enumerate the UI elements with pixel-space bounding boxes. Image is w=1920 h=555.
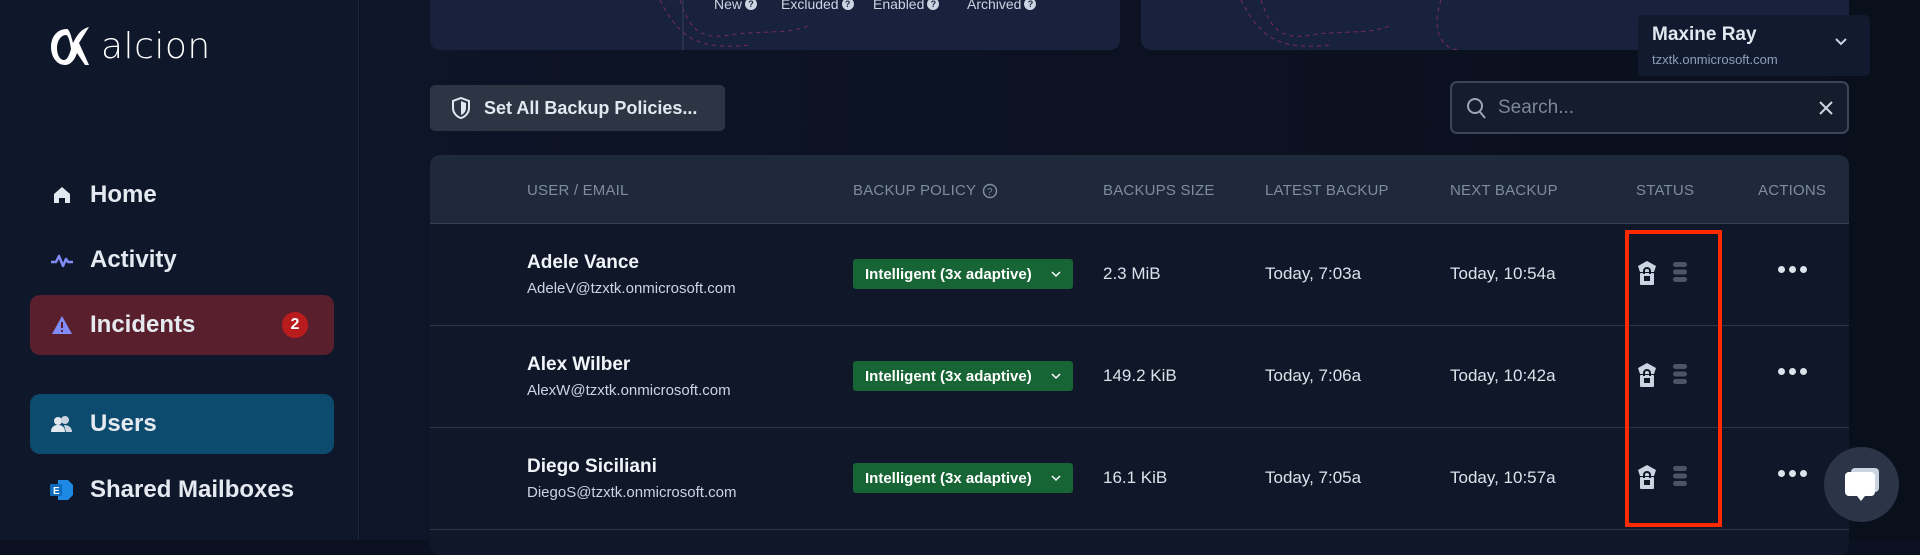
svg-text:?: ? [987,187,993,198]
brand-name: alcion [101,25,211,67]
help-icon[interactable]: ? [841,0,854,10]
sidebar-item-users[interactable]: Users [30,394,334,454]
warning-icon [50,313,74,337]
sidebar-item-label: Users [90,410,157,437]
help-icon[interactable]: ? [927,0,940,10]
exchange-icon: E [50,478,74,502]
backup-policy-value: Intelligent (3x adaptive) [865,367,1032,385]
user-cell: Adele Vance AdeleV@tzxtk.onmicrosoft.com [527,252,736,297]
sidebar-item-label: Home [90,181,157,208]
user-name[interactable]: Diego Siciliani [527,456,736,478]
alcion-logo-icon [51,27,89,65]
sidebar-item-label: Incidents [90,311,196,338]
backups-size: 2.3 MiB [1103,264,1161,283]
latest-backup: Today, 7:05a [1265,468,1362,487]
next-backup: Today, 10:42a [1450,366,1556,385]
stat-excluded-label: Excluded? [781,0,854,12]
help-icon[interactable]: ? [982,183,998,199]
sidebar-item-home[interactable]: Home [30,165,334,225]
account-name: Maxine Ray [1652,24,1757,45]
chevron-down-icon [1051,270,1061,277]
user-email: AlexW@tzxtk.onmicrosoft.com [527,382,731,399]
backups-size: 149.2 KiB [1103,366,1177,385]
column-header-actions: ACTIONS [1758,182,1827,199]
column-header-backups-size[interactable]: BACKUPS SIZE [1103,182,1215,199]
shield-icon [452,97,470,119]
user-name[interactable]: Adele Vance [527,252,736,274]
set-all-backup-policies-button[interactable]: Set All Backup Policies... [430,85,725,131]
next-backup: Today, 10:54a [1450,264,1556,283]
backups-size: 16.1 KiB [1103,468,1168,487]
backup-policy-dropdown[interactable]: Intelligent (3x adaptive) [853,463,1073,493]
stat-new-label: New? [714,0,758,12]
sidebar-item-label: Shared Mailboxes [90,476,295,503]
help-icon[interactable]: ? [745,0,758,10]
activity-icon [50,248,74,272]
user-cell: Alex Wilber AlexW@tzxtk.onmicrosoft.com [527,354,731,399]
column-header-backup-policy[interactable]: BACKUP POLICY? [853,182,998,199]
help-icon[interactable]: ? [1024,0,1037,10]
clear-search-icon[interactable] [1819,100,1833,115]
stat-archived-label: Archived? [967,0,1037,12]
backup-policy-dropdown[interactable]: Intelligent (3x adaptive) [853,259,1073,289]
sidebar-item-shared-mailboxes[interactable]: E Shared Mailboxes [30,460,334,520]
sidebar-item-incidents[interactable]: Incidents 2 [30,295,334,355]
backup-policy-value: Intelligent (3x adaptive) [865,265,1032,283]
search-input[interactable] [1498,96,1819,119]
stats-card: New? Excluded? Enabled? Archived? [430,0,1120,50]
backup-policy-value: Intelligent (3x adaptive) [865,469,1032,487]
chevron-down-icon [1051,372,1061,379]
row-actions-menu-button[interactable] [1778,470,1807,477]
sidebar: alcion Home Activity Incidents 2 Users E… [0,0,359,540]
next-backup: Today, 10:57a [1450,468,1556,487]
incidents-count-badge: 2 [282,312,308,338]
status-highlight-box [1625,230,1722,527]
user-cell: Diego Siciliani DiegoS@tzxtk.onmicrosoft.… [527,456,736,501]
column-header-latest-backup[interactable]: LATEST BACKUP [1265,182,1389,199]
latest-backup: Today, 7:06a [1265,366,1362,385]
stat-enabled-label: Enabled? [873,0,940,12]
search-icon [1467,97,1486,119]
user-email: AdeleV@tzxtk.onmicrosoft.com [527,280,736,297]
column-header-next-backup[interactable]: NEXT BACKUP [1450,182,1558,199]
account-tenant: tzxtk.onmicrosoft.com [1652,52,1778,67]
user-name[interactable]: Alex Wilber [527,354,731,376]
alcion-logo[interactable]: alcion [49,25,211,67]
sidebar-item-label: Activity [90,246,177,273]
chevron-down-icon [1051,474,1061,481]
chat-icon [1844,467,1879,501]
users-icon [50,412,74,436]
sidebar-item-activity[interactable]: Activity [30,230,334,290]
latest-backup: Today, 7:03a [1265,264,1362,283]
set-all-backup-policies-label: Set All Backup Policies... [484,97,698,118]
home-icon [50,183,74,207]
column-header-user[interactable]: USER / EMAIL [527,182,629,199]
search-box [1450,81,1849,134]
table-header: USER / EMAIL BACKUP POLICY? BACKUPS SIZE… [430,155,1849,224]
row-actions-menu-button[interactable] [1778,266,1807,273]
chevron-down-icon [1835,38,1847,46]
user-email: DiegoS@tzxtk.onmicrosoft.com [527,484,737,501]
backup-policy-dropdown[interactable]: Intelligent (3x adaptive) [853,361,1073,391]
account-switcher[interactable]: Maxine Ray tzxtk.onmicrosoft.com [1638,15,1870,76]
svg-text:E: E [53,486,60,497]
column-header-status: STATUS [1636,182,1695,199]
row-actions-menu-button[interactable] [1778,368,1807,375]
chat-support-button[interactable] [1824,447,1899,522]
